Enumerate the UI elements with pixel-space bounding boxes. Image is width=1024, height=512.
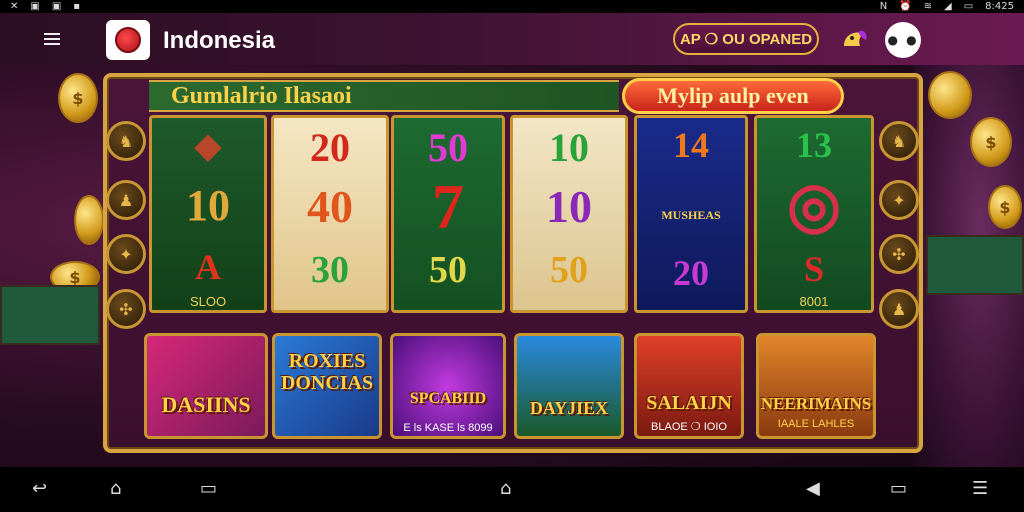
reel-symbol-middle: 10	[546, 181, 592, 232]
game-tile-subtitle: E ls KASE ls 8099	[403, 422, 493, 434]
alarm-icon: ⏰	[899, 0, 912, 12]
recent-apps-icon[interactable]: ▭	[890, 479, 907, 499]
navigation-bar: ↩ ⌂ ▭ ⌂ ◀ ▭ ☰	[0, 467, 1024, 512]
reel-caption: 8001	[799, 294, 829, 309]
left-side-button[interactable]: ♟	[106, 180, 146, 220]
reel-symbol-top: 14	[673, 125, 709, 165]
reel-symbol-middle: MUSHEAS	[661, 208, 721, 222]
home-icon[interactable]: ⌂	[500, 479, 511, 499]
reel-3: 50 7 50	[391, 115, 505, 313]
close-icon: ✕	[10, 0, 19, 12]
reel-symbol-middle: 10	[186, 181, 230, 230]
hamburger-icon[interactable]	[44, 30, 66, 48]
right-side-button[interactable]: ♟	[879, 289, 919, 329]
right-side-button[interactable]: ✣	[879, 234, 919, 274]
reel-symbol-top: 20	[310, 125, 350, 170]
game-tile-title: NEERIMAINS	[760, 394, 872, 413]
game-tile-title: SALAIJN	[646, 392, 732, 414]
reel-1: ◆ 10 A SLOO	[149, 115, 267, 313]
game-tile[interactable]: SPCABIID E ls KASE ls 8099	[390, 333, 506, 439]
casino-table	[0, 285, 100, 345]
notification-icon: ▪	[73, 0, 81, 12]
volume-icon[interactable]: ◀	[806, 479, 820, 499]
coin-icon: $	[58, 73, 98, 123]
app-bar: Indonesia AP ❍ OU OPANED ● ●	[0, 13, 1024, 65]
app-title: Indonesia	[163, 27, 276, 54]
reel-symbol-top: ◆	[194, 128, 222, 165]
left-side-button[interactable]: ✦	[106, 234, 146, 274]
home-icon[interactable]: ⌂	[110, 479, 121, 499]
right-side-button[interactable]: ✦	[879, 180, 919, 220]
reel-symbol-middle: 7	[432, 171, 464, 242]
status-right-icons: N ⏰ ≋ ◢ ▭ 8:425	[879, 0, 1014, 12]
game-tile-title: SPCABIID	[409, 390, 487, 407]
reel-6: 13 ◎ S 8001	[754, 115, 874, 313]
image-icon: ▣	[30, 0, 40, 12]
reel-symbol-bottom: A	[195, 247, 221, 287]
battery-icon: ▭	[963, 0, 974, 12]
reel-symbol-top: 10	[549, 125, 589, 170]
reel-caption: SLOO	[189, 294, 227, 309]
game-tile[interactable]: ROXIES DONCIAS	[272, 333, 382, 439]
reel-symbol-bottom: 50	[550, 249, 588, 291]
left-side-button[interactable]: ♞	[106, 121, 146, 161]
game-tile-subtitle: IAALE LAHLES	[777, 418, 855, 430]
status-bar: ✕ ▣ ▣ ▪ N ⏰ ≋ ◢ ▭ 8:425	[0, 0, 1024, 13]
reel-symbol-top: 13	[796, 125, 832, 165]
reel-4: 10 10 50	[510, 115, 628, 313]
reel-5: 14 MUSHEAS 20	[634, 115, 748, 313]
multiplier-button[interactable]: Mylip aulp even	[622, 78, 844, 114]
coin-icon	[74, 195, 104, 245]
status-left-icons: ✕ ▣ ▣ ▪	[10, 0, 81, 12]
reel-symbol-top: 50	[428, 125, 468, 170]
game-tile[interactable]: DAYJIEX	[514, 333, 624, 439]
reel-symbol-bottom: 30	[311, 249, 349, 291]
reel-2: 20 40 30	[271, 115, 389, 313]
reel-symbol-bottom: 20	[673, 253, 709, 293]
coin-icon	[928, 71, 972, 119]
coin-icon: $	[970, 117, 1012, 167]
right-side-button[interactable]: ♞	[879, 121, 919, 161]
clock-time: 8:425	[985, 0, 1014, 12]
coin-icon: $	[988, 185, 1022, 229]
casino-table	[926, 235, 1024, 295]
game-tile-title: ROXIES DONCIAS	[280, 350, 374, 394]
game-tile[interactable]: DASIINS	[144, 333, 268, 439]
wifi-icon: ≋	[923, 0, 933, 12]
recent-apps-icon[interactable]: ▭	[200, 479, 217, 499]
jackpot-banner: Gumlalrio Ilasaoi	[149, 80, 619, 112]
casino-logo-icon[interactable]	[106, 20, 150, 60]
reel-symbol-middle: 40	[307, 181, 353, 232]
screenshot-icon[interactable]: ☰	[972, 479, 988, 499]
game-tile-title: DASIINS	[161, 392, 251, 417]
nfc-icon: N	[879, 0, 888, 12]
game-tile-title: DAYJIEX	[529, 398, 609, 418]
back-icon[interactable]: ↩	[32, 479, 47, 499]
promo-button[interactable]: AP ❍ OU OPANED	[673, 23, 819, 55]
signal-icon: ◢	[944, 0, 952, 12]
roulette-wheel-icon: ◎	[786, 172, 842, 240]
reel-symbol-bottom: S	[803, 249, 825, 289]
parrot-icon[interactable]	[838, 24, 870, 56]
game-tile-subtitle: BLAOE ❍ IOIO	[651, 421, 727, 433]
reel-symbol-bottom: 50	[429, 249, 467, 291]
game-tile[interactable]: SALAIJN BLAOE ❍ IOIO	[634, 333, 744, 439]
game-tile[interactable]: NEERIMAINS IAALE LAHLES	[756, 333, 876, 439]
ghost-icon[interactable]: ● ●	[885, 22, 921, 58]
left-side-button[interactable]: ✣	[106, 289, 146, 329]
image-icon: ▣	[51, 0, 62, 12]
